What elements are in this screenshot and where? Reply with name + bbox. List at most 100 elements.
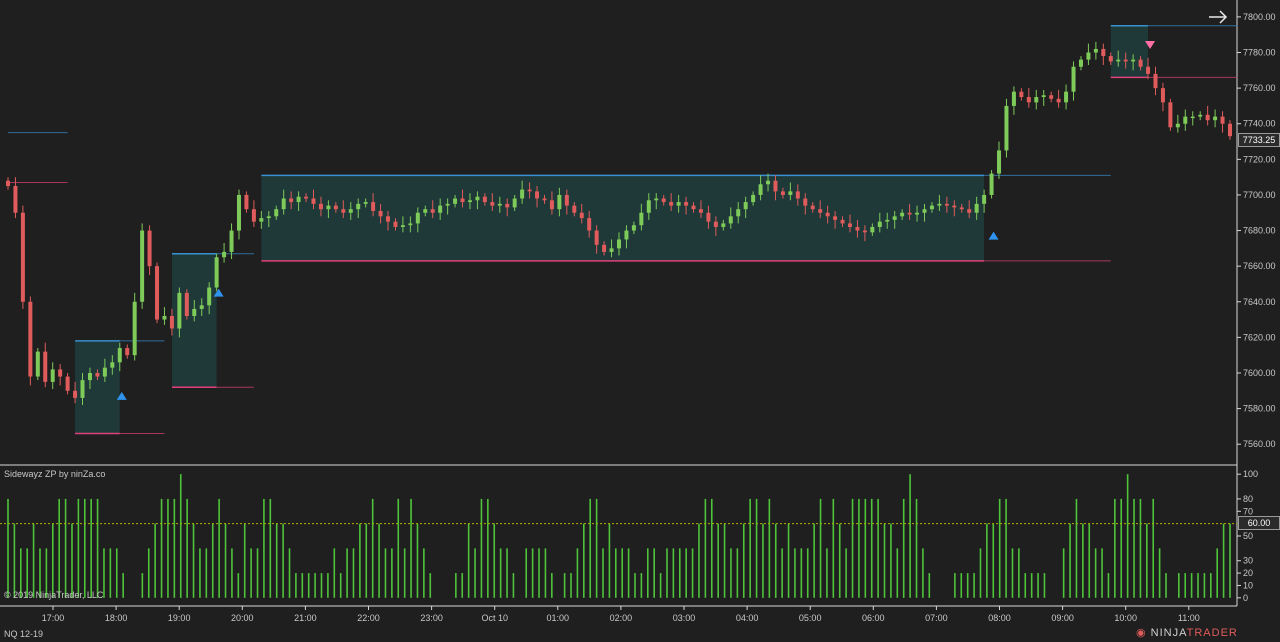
- candle-body-13: [102, 367, 107, 377]
- sideways-zone-3: [1110, 25, 1149, 78]
- time-tick-label-7: Oct 10: [481, 613, 508, 623]
- candle-body-57: [430, 209, 435, 213]
- candle-body-5: [43, 351, 48, 382]
- candle-body-32: [244, 194, 249, 210]
- candle-body-89: [669, 202, 674, 206]
- candle-body-103: [773, 180, 778, 192]
- candle-body-158: [1183, 116, 1188, 124]
- candle-body-36: [274, 209, 279, 217]
- price-tick-label-4: 7640.00: [1243, 297, 1276, 307]
- candle-body-119: [892, 216, 897, 220]
- price-tick-label-6: 7680.00: [1243, 226, 1276, 236]
- time-tick-label-15: 08:00: [988, 613, 1011, 623]
- price-tick-label-1: 7580.00: [1243, 404, 1276, 414]
- candle-body-147: [1101, 48, 1106, 57]
- candle-body-77: [579, 212, 584, 219]
- candle-body-144: [1078, 59, 1083, 67]
- candle-body-94: [706, 212, 711, 222]
- osc-tick-label-5: 70: [1243, 506, 1253, 516]
- candle-body-41: [311, 198, 316, 204]
- candle-body-140: [1049, 95, 1054, 99]
- candle-body-149: [1116, 59, 1121, 62]
- candle-body-2: [20, 212, 25, 302]
- candle-body-82: [617, 239, 621, 249]
- candle-body-4: [35, 351, 40, 377]
- candle-body-53: [400, 225, 405, 227]
- candle-body-61: [460, 198, 465, 203]
- candle-body-162: [1213, 116, 1218, 121]
- instrument-label: NQ 12-19: [4, 629, 44, 639]
- candle-body-100: [751, 194, 756, 203]
- candle-body-139: [1041, 95, 1046, 98]
- indicator-label: Sidewayz ZP by ninZa.co: [4, 469, 106, 479]
- price-tick-label-0: 7560.00: [1243, 439, 1276, 449]
- candle-body-129: [967, 209, 972, 213]
- copyright-text: © 2019 NinjaTrader, LLC: [4, 590, 104, 600]
- osc-tick-label-2: 20: [1243, 568, 1253, 578]
- candle-body-118: [885, 219, 890, 222]
- candle-body-50: [378, 210, 383, 217]
- candle-body-14: [110, 362, 115, 368]
- candle-body-26: [199, 305, 204, 309]
- osc-tick-label-1: 10: [1243, 580, 1253, 590]
- candle-body-33: [251, 209, 256, 222]
- sideways-zone-2: [261, 175, 985, 261]
- scroll-to-right-arrow-icon[interactable]: [1207, 7, 1229, 27]
- candle-body-22: [169, 316, 174, 329]
- candle-body-152: [1138, 59, 1143, 67]
- candle-body-123: [922, 209, 927, 213]
- time-tick-label-11: 04:00: [736, 613, 759, 623]
- candle-body-9: [73, 390, 78, 398]
- last-price-badge: 7733.25: [1238, 133, 1280, 147]
- candle-body-55: [415, 212, 420, 224]
- ninjatrader-logo: ◉ NINJATRADER: [1136, 627, 1238, 639]
- time-tick-label-16: 09:00: [1051, 613, 1074, 623]
- candle-body-138: [1034, 97, 1039, 103]
- time-tick-label-12: 05:00: [799, 613, 822, 623]
- candle-body-110: [825, 212, 830, 217]
- candle-body-150: [1123, 59, 1128, 62]
- candle-body-143: [1071, 66, 1076, 92]
- time-tick-label-2: 19:00: [168, 613, 191, 623]
- price-tick-label-5: 7660.00: [1243, 261, 1276, 271]
- candle-body-17: [132, 301, 137, 356]
- candle-body-90: [676, 202, 681, 206]
- candle-body-153: [1146, 66, 1151, 74]
- candle-body-59: [445, 203, 450, 206]
- osc-tick-label-3: 30: [1243, 556, 1253, 566]
- time-tick-label-18: 11:00: [1178, 613, 1200, 623]
- candle-body-79: [594, 230, 599, 245]
- candle-body-6: [50, 369, 55, 382]
- candle-body-52: [393, 221, 398, 227]
- candle-body-38: [289, 198, 294, 203]
- candle-body-44: [333, 205, 338, 210]
- candle-body-84: [631, 225, 636, 231]
- candle-body-105: [788, 191, 793, 195]
- candle-body-122: [915, 212, 920, 215]
- candle-body-112: [840, 219, 845, 224]
- candle-body-81: [609, 248, 614, 252]
- price-tick-label-10: 7760.00: [1243, 83, 1276, 93]
- candle-body-155: [1160, 88, 1165, 103]
- candle-body-28: [214, 257, 219, 288]
- candle-body-58: [438, 205, 443, 213]
- price-tick-label-11: 7780.00: [1243, 48, 1276, 58]
- candle-body-121: [907, 212, 912, 215]
- price-tick-label-2: 7600.00: [1243, 368, 1276, 378]
- osc-tick-label-7: 100: [1243, 469, 1258, 479]
- candle-body-134: [1004, 105, 1009, 151]
- price-tick-label-8: 7720.00: [1243, 154, 1276, 164]
- candle-body-30: [229, 230, 234, 252]
- candle-body-148: [1108, 56, 1113, 62]
- time-tick-label-4: 21:00: [294, 613, 317, 623]
- candle-body-109: [818, 209, 823, 213]
- candle-body-39: [296, 196, 301, 203]
- candle-body-157: [1175, 123, 1180, 128]
- candle-body-128: [959, 207, 964, 210]
- candle-body-146: [1093, 48, 1098, 53]
- time-tick-label-6: 23:00: [420, 613, 443, 623]
- time-tick-label-17: 10:00: [1114, 613, 1137, 623]
- candle-body-154: [1153, 73, 1158, 89]
- candle-body-49: [371, 202, 376, 211]
- candle-body-10: [80, 380, 85, 398]
